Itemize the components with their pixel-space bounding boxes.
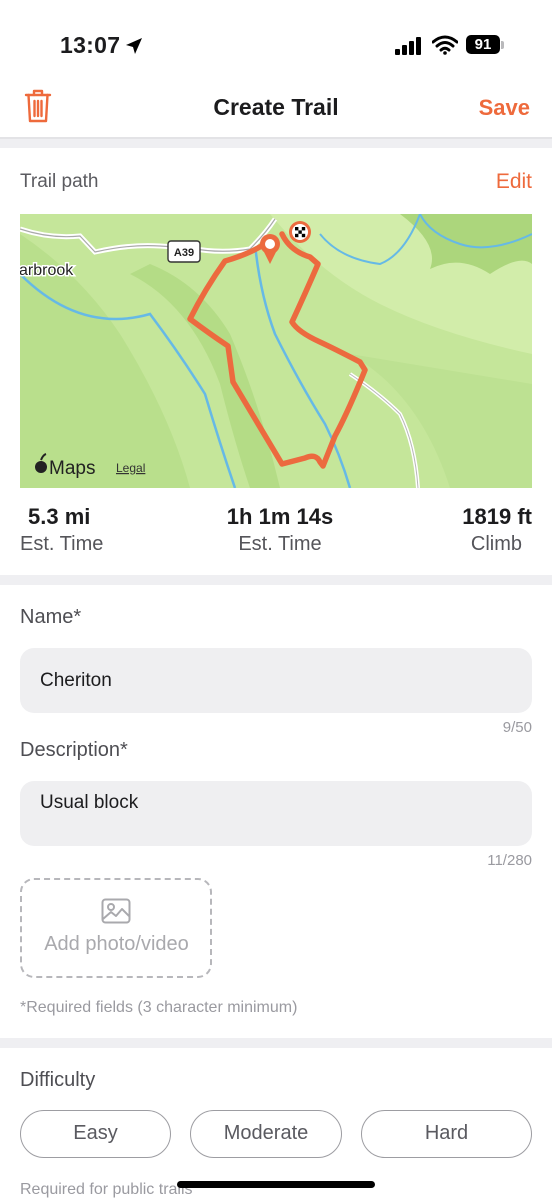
trail-path-label: Trail path [20, 171, 99, 192]
description-char-counter: 11/280 [487, 852, 532, 869]
add-photo-label: Add photo/video [44, 933, 189, 955]
name-char-counter: 9/50 [502, 719, 532, 736]
place-label: arbrook [20, 262, 74, 279]
cellular-signal-icon [395, 37, 421, 55]
page-title: Create Trail [213, 94, 339, 120]
difficulty-hard-button[interactable]: Hard [361, 1110, 532, 1158]
distance-value: 5.3 mi [28, 504, 91, 529]
description-label: Description* [20, 739, 128, 761]
est-time-value: 1h 1m 14s [226, 504, 334, 529]
add-photo-button[interactable] [20, 878, 212, 978]
climb-label: Climb [470, 533, 522, 555]
image-icon [101, 898, 131, 924]
save-button[interactable]: Save [479, 95, 530, 121]
status-time: 13:07 [60, 32, 121, 58]
est-time-label: Est. Time [238, 533, 322, 555]
edit-trail-button[interactable]: Edit [496, 170, 532, 194]
wifi-icon [432, 35, 458, 55]
distance-label: Est. Time [20, 533, 104, 555]
section-separator [0, 139, 552, 148]
road-label: A39 [174, 247, 194, 259]
difficulty-easy-button[interactable]: Easy [20, 1110, 171, 1158]
required-fields-note: *Required fields (3 character minimum) [20, 999, 298, 1016]
finish-flag-icon [289, 221, 311, 243]
battery-cap [501, 41, 504, 49]
difficulty-moderate-button[interactable]: Moderate [190, 1110, 342, 1158]
map-legal-link[interactable]: Legal [116, 461, 145, 475]
difficulty-label: Difficulty [20, 1069, 96, 1091]
name-input-value: Cheriton [40, 670, 112, 691]
climb-value: 1819 ft [462, 504, 532, 529]
map-canvas: A39 arbrook Maps Legal [20, 214, 532, 488]
maps-attribution: Maps [49, 458, 95, 479]
trail-map[interactable]: A39 arbrook Maps Legal [20, 214, 532, 488]
difficulty-note: Required for public trails [20, 1181, 193, 1198]
section-separator [0, 575, 552, 585]
home-indicator [177, 1181, 375, 1188]
description-input-value: Usual block [40, 792, 139, 813]
section-separator [0, 1038, 552, 1048]
battery-indicator: 91 [466, 35, 500, 54]
location-arrow-icon [126, 38, 142, 54]
name-label: Name* [20, 606, 82, 628]
